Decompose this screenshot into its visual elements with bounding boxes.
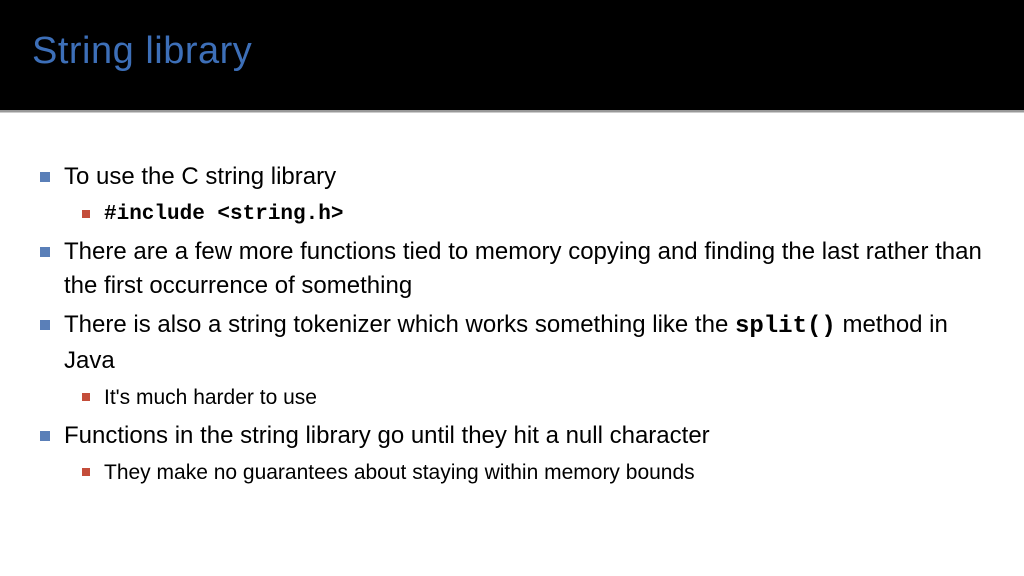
sub-list: #include <string.h> xyxy=(82,200,984,229)
code-text: split() xyxy=(735,313,836,340)
sub-list: It's much harder to use xyxy=(82,383,984,412)
sub-bullet-icon xyxy=(82,393,90,401)
list-item: #include <string.h> xyxy=(82,200,984,229)
text-prefix: There is also a string tokenizer which w… xyxy=(64,311,735,338)
sub-bullet-icon xyxy=(82,468,90,476)
bullet-icon xyxy=(40,320,50,330)
slide-title: String library xyxy=(32,30,992,73)
code-text: #include <string.h> xyxy=(104,200,343,229)
slide-header: String library xyxy=(0,0,1024,112)
bullet-text: There is also a string tokenizer which w… xyxy=(64,308,984,377)
sub-text: It's much harder to use xyxy=(104,383,317,412)
sub-text: They make no guarantees about staying wi… xyxy=(104,458,695,487)
list-item: There are a few more functions tied to m… xyxy=(40,235,984,302)
slide-content: To use the C string library #include <st… xyxy=(0,112,1024,514)
list-item: They make no guarantees about staying wi… xyxy=(82,458,984,487)
bullet-text: Functions in the string library go until… xyxy=(64,419,710,453)
bullet-icon xyxy=(40,247,50,257)
bullet-text: There are a few more functions tied to m… xyxy=(64,235,984,302)
sub-list: They make no guarantees about staying wi… xyxy=(82,458,984,487)
bullet-icon xyxy=(40,431,50,441)
bullet-icon xyxy=(40,172,50,182)
bullet-text: To use the C string library xyxy=(64,160,336,194)
list-item: It's much harder to use xyxy=(82,383,984,412)
list-item: Functions in the string library go until… xyxy=(40,419,984,453)
list-item: To use the C string library xyxy=(40,160,984,194)
bullet-list: To use the C string library #include <st… xyxy=(40,160,984,488)
sub-bullet-icon xyxy=(82,210,90,218)
list-item: There is also a string tokenizer which w… xyxy=(40,308,984,377)
